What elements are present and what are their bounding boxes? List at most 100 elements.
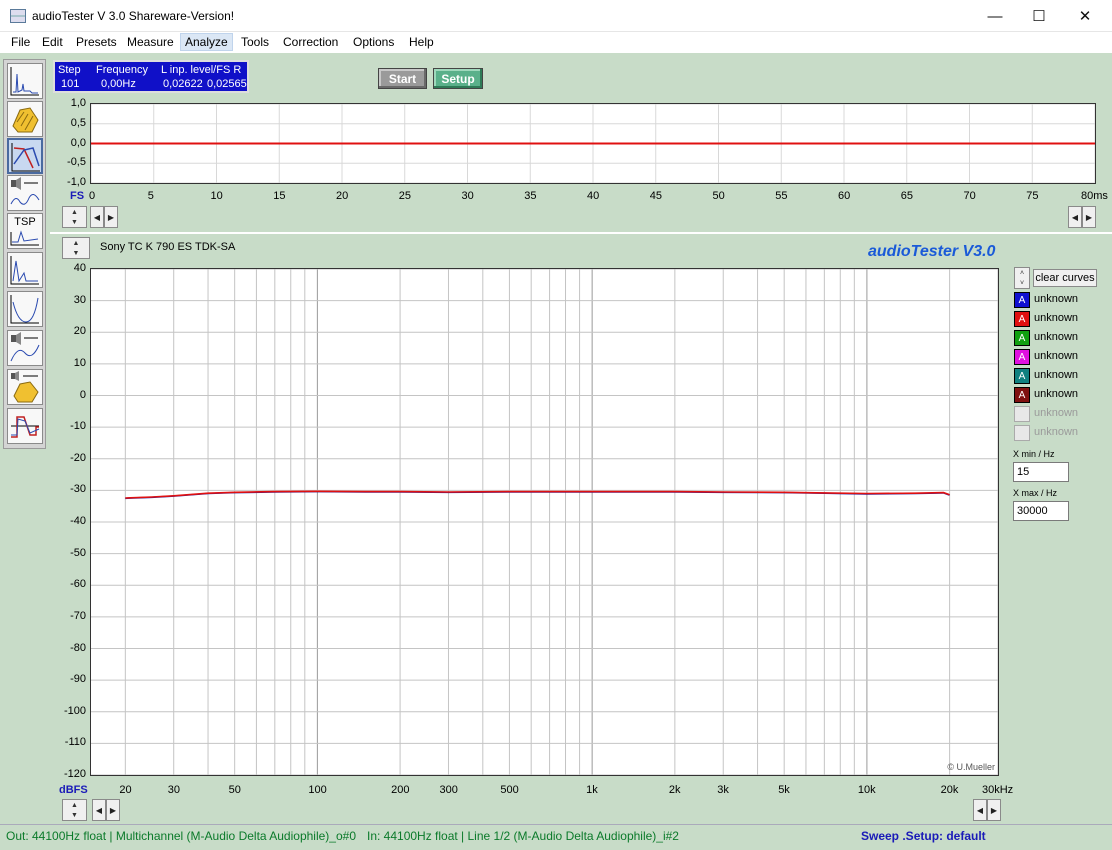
window-title: audioTester V 3.0 Shareware-Version! <box>32 9 235 23</box>
time-x-tick-label: 80ms <box>1081 190 1108 202</box>
menu-measure[interactable]: Measure <box>125 35 176 49</box>
curve-color-swatch[interactable]: A <box>1014 311 1030 327</box>
step-label: Step <box>58 64 81 76</box>
curve-color-swatch[interactable]: A <box>1014 368 1030 384</box>
waterfall-mode-button[interactable] <box>7 101 43 137</box>
level-label: L inp. level/FS R <box>161 64 242 76</box>
time-scroll-left-button[interactable]: ◀ <box>90 206 104 228</box>
menu-options[interactable]: Options <box>351 35 396 49</box>
legend-item[interactable]: Aunknown <box>1012 311 1108 328</box>
freq-scroll-right-button-right[interactable]: ▶ <box>987 799 1001 821</box>
freq-x-tick-label: 2k <box>668 784 681 796</box>
impulse-mode-button[interactable] <box>7 252 43 288</box>
menu-tools[interactable]: Tools <box>239 35 271 49</box>
impedance-mode-button[interactable] <box>7 291 43 327</box>
speaker-waterfall-icon <box>11 371 39 403</box>
frequency-response-mode-button[interactable] <box>7 138 43 174</box>
curve-color-swatch[interactable] <box>1014 425 1030 441</box>
freq-x-tick-label: 10k <box>857 784 876 796</box>
legend-label: unknown <box>1034 312 1079 324</box>
curve-select-spinner[interactable]: ▲ ▼ <box>62 237 90 259</box>
spin-up-icon: ▲ <box>71 209 78 216</box>
speaker-distortion-icon <box>10 177 40 205</box>
time-x-tick-label: 70 <box>963 190 976 202</box>
tsp-mode-button[interactable]: TSP <box>7 213 43 249</box>
legend-item[interactable]: unknown <box>1012 406 1108 423</box>
freq-x-tick-label: 3k <box>717 784 729 796</box>
freq-y-unit: dBFS <box>59 784 88 796</box>
time-x-tick-label: 0 <box>89 190 96 202</box>
time-amplitude-spinner[interactable]: ▲ ▼ <box>62 206 87 228</box>
xmax-input[interactable] <box>1013 501 1069 521</box>
speaker-response-mode-button[interactable] <box>7 330 43 366</box>
status-input: In: 44100Hz float | Line 1/2 (M-Audio De… <box>367 829 679 843</box>
freq-x-tick-label: 30kHz <box>982 784 1014 796</box>
time-x-tick-label: 10 <box>210 190 223 202</box>
menu-correction[interactable]: Correction <box>281 35 340 49</box>
time-x-tick-label: 15 <box>273 190 286 202</box>
legend-label: unknown <box>1034 388 1079 400</box>
legend-item[interactable]: Aunknown <box>1012 330 1108 347</box>
curve-color-swatch[interactable]: A <box>1014 330 1030 346</box>
menu-file[interactable]: File <box>9 35 32 49</box>
menu-edit[interactable]: Edit <box>40 35 65 49</box>
legend-item[interactable]: Aunknown <box>1012 387 1108 404</box>
legend-item[interactable]: Aunknown <box>1012 368 1108 385</box>
time-y-tick-label: -1,0 <box>67 176 86 188</box>
level-right-value: 0,02565 <box>207 78 247 90</box>
curve-color-swatch[interactable]: A <box>1014 292 1030 308</box>
time-x-tick-label: 55 <box>775 190 788 202</box>
setup-button[interactable]: Setup <box>433 68 483 89</box>
spin-up-icon: ˄ <box>1019 270 1025 277</box>
time-y-tick-label: -0,5 <box>67 156 86 169</box>
time-domain-plot[interactable] <box>90 103 1096 184</box>
distortion-mode-button[interactable] <box>7 175 43 211</box>
freq-y-tick-label: -50 <box>70 546 86 559</box>
frequency-response-plot[interactable]: © U.Mueller <box>90 268 999 776</box>
time-scroll-right-button-right[interactable]: ▶ <box>1082 206 1096 228</box>
legend-item[interactable]: unknown <box>1012 425 1108 442</box>
menu-analyze[interactable]: Analyze <box>180 33 233 51</box>
status-sweep: Sweep .Setup: default <box>861 829 986 843</box>
freq-y-tick-label: 10 <box>73 356 86 369</box>
legend-label: unknown <box>1034 350 1079 362</box>
menu-presets[interactable]: Presets <box>74 35 119 49</box>
time-scroll-left-button-right[interactable]: ◀ <box>1068 206 1082 228</box>
xmin-input[interactable] <box>1013 462 1069 482</box>
minimize-button[interactable]: — <box>972 0 1018 32</box>
close-button[interactable]: ✕ <box>1062 0 1108 32</box>
step-value: 101 <box>61 78 80 90</box>
legend-item[interactable]: Aunknown <box>1012 292 1108 309</box>
impedance-icon <box>10 295 39 324</box>
legend-spinner[interactable]: ˄ ˅ <box>1014 267 1030 289</box>
spin-down-icon: ˅ <box>1019 280 1025 287</box>
curve-color-swatch[interactable]: A <box>1014 387 1030 403</box>
step-response-mode-button[interactable] <box>7 408 43 444</box>
freq-scroll-left-button-right[interactable]: ◀ <box>973 799 987 821</box>
legend-item[interactable]: Aunknown <box>1012 349 1108 366</box>
freq-x-tick-label: 500 <box>500 784 519 796</box>
time-x-tick-label: 5 <box>147 190 154 202</box>
freq-y-tick-label: -30 <box>70 483 86 496</box>
freq-y-tick-label: 0 <box>79 388 86 401</box>
curve-color-swatch[interactable] <box>1014 406 1030 422</box>
freq-y-tick-label: 20 <box>73 325 86 338</box>
time-scroll-right-button[interactable]: ▶ <box>104 206 118 228</box>
freq-y-tick-label: -20 <box>70 451 86 464</box>
freq-amplitude-spinner[interactable]: ▲ ▼ <box>62 799 87 821</box>
menu-help[interactable]: Help <box>407 35 436 49</box>
start-button[interactable]: Start <box>378 68 427 89</box>
brand-label: audioTester V3.0 <box>868 243 996 260</box>
legend-label: unknown <box>1034 293 1079 305</box>
curve-color-swatch[interactable]: A <box>1014 349 1030 365</box>
freq-scroll-left-button[interactable]: ◀ <box>92 799 106 821</box>
time-x-tick-label: 25 <box>398 190 411 202</box>
speaker-waterfall-mode-button[interactable] <box>7 369 43 405</box>
clear-curves-button[interactable]: clear curves <box>1033 269 1097 287</box>
xmax-label: X max / Hz <box>1013 488 1058 498</box>
maximize-button[interactable]: ☐ <box>1016 0 1062 32</box>
freq-x-tick-label: 50 <box>228 784 241 796</box>
spin-down-icon: ▼ <box>72 250 80 257</box>
spectrum-mode-button[interactable] <box>7 63 43 99</box>
freq-scroll-right-button[interactable]: ▶ <box>106 799 120 821</box>
